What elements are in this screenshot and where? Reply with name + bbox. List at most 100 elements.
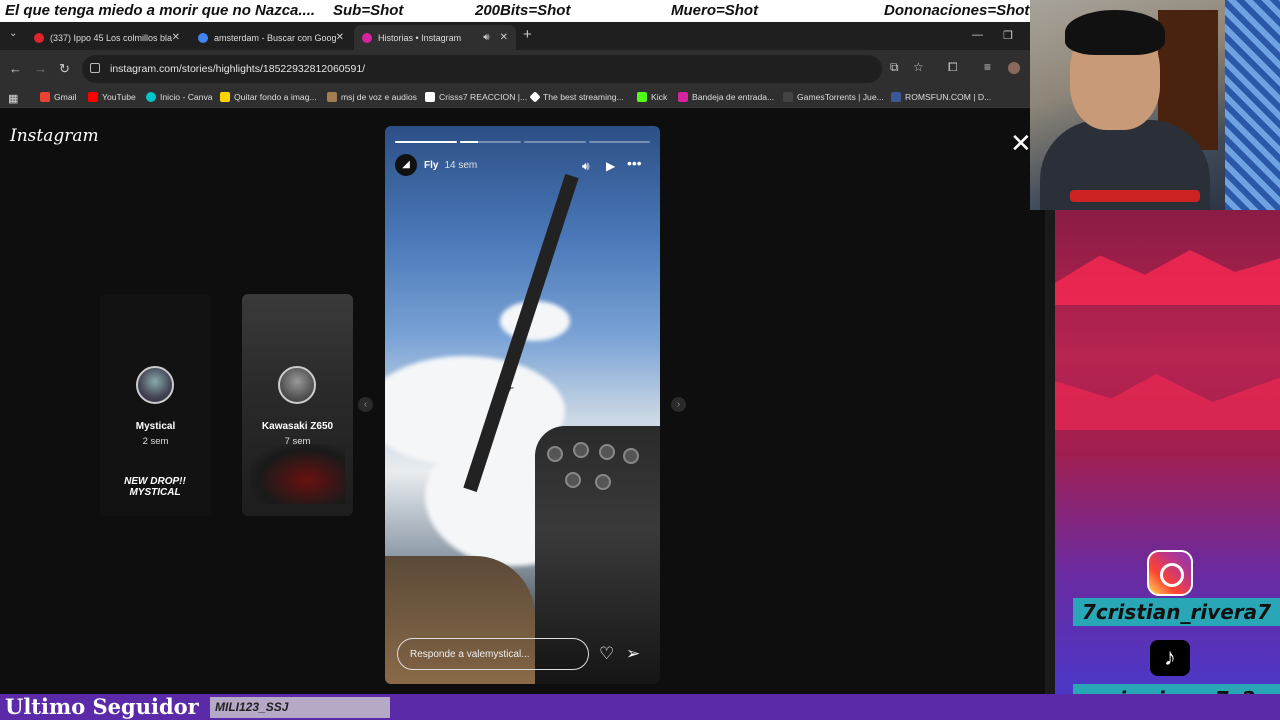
bookmark-gmail[interactable]: Gmail xyxy=(40,92,76,102)
tab-bar: ⌄ (337) Ippo 45 Los colmillos blan ✕ ams… xyxy=(0,22,1030,50)
bookmark-gamestorrents[interactable]: GamesTorrents | Jue... xyxy=(783,92,884,102)
last-follower-label: Ultimo Seguidor xyxy=(5,694,199,719)
reload-icon[interactable]: ↻ xyxy=(59,61,70,77)
ticker-item: 200Bits=Shot xyxy=(475,2,571,19)
mountain-art xyxy=(1055,374,1280,430)
bookmark-label: Kick xyxy=(651,92,668,102)
gamestorrents-icon xyxy=(783,92,793,102)
ticker-item: Sub=Shot xyxy=(333,2,404,19)
bookmark-audios[interactable]: msj de voz e audios xyxy=(327,92,417,102)
speaker-icon[interactable]: 🔊︎ xyxy=(483,32,489,43)
volume-icon[interactable]: 🔊︎ xyxy=(582,159,590,174)
highlight-card-kawasaki[interactable]: Kawasaki Z650 7 sem xyxy=(242,294,353,516)
tab-search-chevron-icon[interactable]: ⌄ xyxy=(9,28,17,39)
highlight-card-mystical[interactable]: Mystical 2 sem NEW DROP!! MYSTICAL xyxy=(100,294,211,516)
close-stories-icon[interactable]: ✕ xyxy=(1010,130,1032,156)
minimize-icon[interactable]: — xyxy=(972,29,983,41)
back-icon[interactable]: ← xyxy=(9,61,22,76)
bookmark-label: Crisss7 REACCION |... xyxy=(439,92,528,102)
like-heart-icon[interactable]: ♡ xyxy=(599,644,614,664)
toolbar: ← → ↻ instagram.com/stories/highlights/1… xyxy=(0,50,1030,88)
tiktok-icon: ♪ xyxy=(1150,640,1190,676)
bookmark-youtube[interactable]: YouTube xyxy=(88,92,136,102)
avatar xyxy=(278,366,316,404)
remove-bg-icon xyxy=(220,92,230,102)
tab-youtube[interactable]: (337) Ippo 45 Los colmillos blan ✕ xyxy=(26,25,188,50)
bookmark-remove-bg[interactable]: Quitar fondo a imag... xyxy=(220,92,317,102)
install-app-icon[interactable]: ⧉ xyxy=(890,60,899,75)
bookmark-label: Quitar fondo a imag... xyxy=(234,92,317,102)
gmail-icon xyxy=(40,92,50,102)
avatar xyxy=(136,366,174,404)
canva-icon xyxy=(146,92,156,102)
bookmark-reaccion[interactable]: Crisss7 REACCION |... xyxy=(425,92,527,102)
highlight-age: 2 sem xyxy=(142,436,169,447)
highlight-caption: NEW DROP!! MYSTICAL xyxy=(124,476,186,498)
youtube-icon xyxy=(34,32,44,43)
gauge xyxy=(547,446,563,462)
gauge xyxy=(565,472,581,488)
microphone-image xyxy=(1070,190,1200,202)
extensions-icon[interactable]: ⧠ xyxy=(948,60,958,75)
screen: El que tenga miedo a morir que no Nazca.… xyxy=(0,0,1280,720)
previous-story-button[interactable]: ‹ xyxy=(358,397,373,412)
story-avatar[interactable]: ◢ xyxy=(395,154,417,176)
progress-segment xyxy=(395,141,457,143)
bookmark-label: Gmail xyxy=(54,92,77,102)
youtube-icon xyxy=(88,92,98,102)
story-time: 14 sem xyxy=(444,159,478,171)
ticker-item: Dononaciones=Shot xyxy=(884,2,1030,19)
bookmark-kick[interactable]: Kick xyxy=(637,92,667,102)
media-controls-icon[interactable]: ≡ xyxy=(984,60,991,74)
url-text: instagram.com/stories/highlights/1852293… xyxy=(110,63,366,75)
progress-segment xyxy=(459,141,521,143)
more-options-icon[interactable]: ••• xyxy=(627,155,642,171)
new-tab-button[interactable]: + xyxy=(523,26,532,43)
site-info-icon[interactable] xyxy=(90,63,100,73)
close-tab-icon[interactable]: ✕ xyxy=(172,32,180,43)
address-bar[interactable]: instagram.com/stories/highlights/1852293… xyxy=(82,55,882,83)
bookmark-label: Inicio - Canva xyxy=(160,92,213,102)
instagram-icon xyxy=(1147,550,1193,596)
bookmark-label: GamesTorrents | Jue... xyxy=(797,92,884,102)
story-username[interactable]: Fly xyxy=(424,160,438,171)
play-icon[interactable]: ▶ xyxy=(606,159,615,173)
story-viewer[interactable]: ✈ ◢ Fly 14 sem 🔊︎ ▶ ••• Responde a valem… xyxy=(385,126,660,684)
diamond-icon xyxy=(529,91,541,103)
tab-title: Historias • Instagram xyxy=(378,32,462,43)
share-send-icon[interactable]: ➢ xyxy=(626,644,640,664)
instagram-logo[interactable]: Instagram xyxy=(10,126,99,146)
gauge xyxy=(595,474,611,490)
close-tab-icon[interactable]: ✕ xyxy=(336,32,344,43)
next-story-button[interactable]: › xyxy=(671,397,686,412)
story-header: ◢ Fly 14 sem xyxy=(395,154,477,176)
progress-segment xyxy=(524,141,586,143)
ticker-item: Muero=Shot xyxy=(671,2,759,19)
bookmarks-bar: ▦ Gmail YouTube Inicio - Canva Quitar fo… xyxy=(0,88,1030,108)
tab-google[interactable]: amsterdam - Buscar con Google ✕ xyxy=(190,25,352,50)
bookmark-romsfun[interactable]: ROMSFUN.COM | D... xyxy=(891,92,991,102)
instagram-icon xyxy=(362,32,372,43)
bookmark-canva[interactable]: Inicio - Canva xyxy=(146,92,213,102)
bookmark-inbox[interactable]: Bandeja de entrada... xyxy=(678,92,774,102)
profile-avatar[interactable] xyxy=(1008,62,1020,74)
close-tab-icon[interactable]: ✕ xyxy=(500,32,508,43)
bookmark-label: ROMSFUN.COM | D... xyxy=(905,92,992,102)
google-icon xyxy=(198,32,208,43)
bookmark-favicon-icon xyxy=(425,92,435,102)
highlight-name: Mystical xyxy=(135,421,176,432)
bookmark-streaming[interactable]: The best streaming... xyxy=(529,91,624,103)
forward-icon[interactable]: → xyxy=(34,61,47,76)
motorcycle-image xyxy=(250,444,345,504)
gauge xyxy=(573,442,589,458)
bookmark-star-icon[interactable]: ☆ xyxy=(913,60,924,74)
story-progress xyxy=(395,141,650,144)
folder-icon xyxy=(327,92,337,102)
reply-input[interactable]: Responde a valemystical... xyxy=(397,638,589,670)
restore-icon[interactable]: ❐ xyxy=(1003,29,1013,42)
tab-instagram[interactable]: Historias • Instagram 🔊︎ ✕ xyxy=(354,25,516,50)
curtain-image xyxy=(1225,0,1280,210)
apps-grid-icon[interactable]: ▦ xyxy=(8,92,18,105)
stream-ticker: El que tenga miedo a morir que no Nazca.… xyxy=(0,0,1030,22)
romsfun-icon xyxy=(891,92,901,102)
